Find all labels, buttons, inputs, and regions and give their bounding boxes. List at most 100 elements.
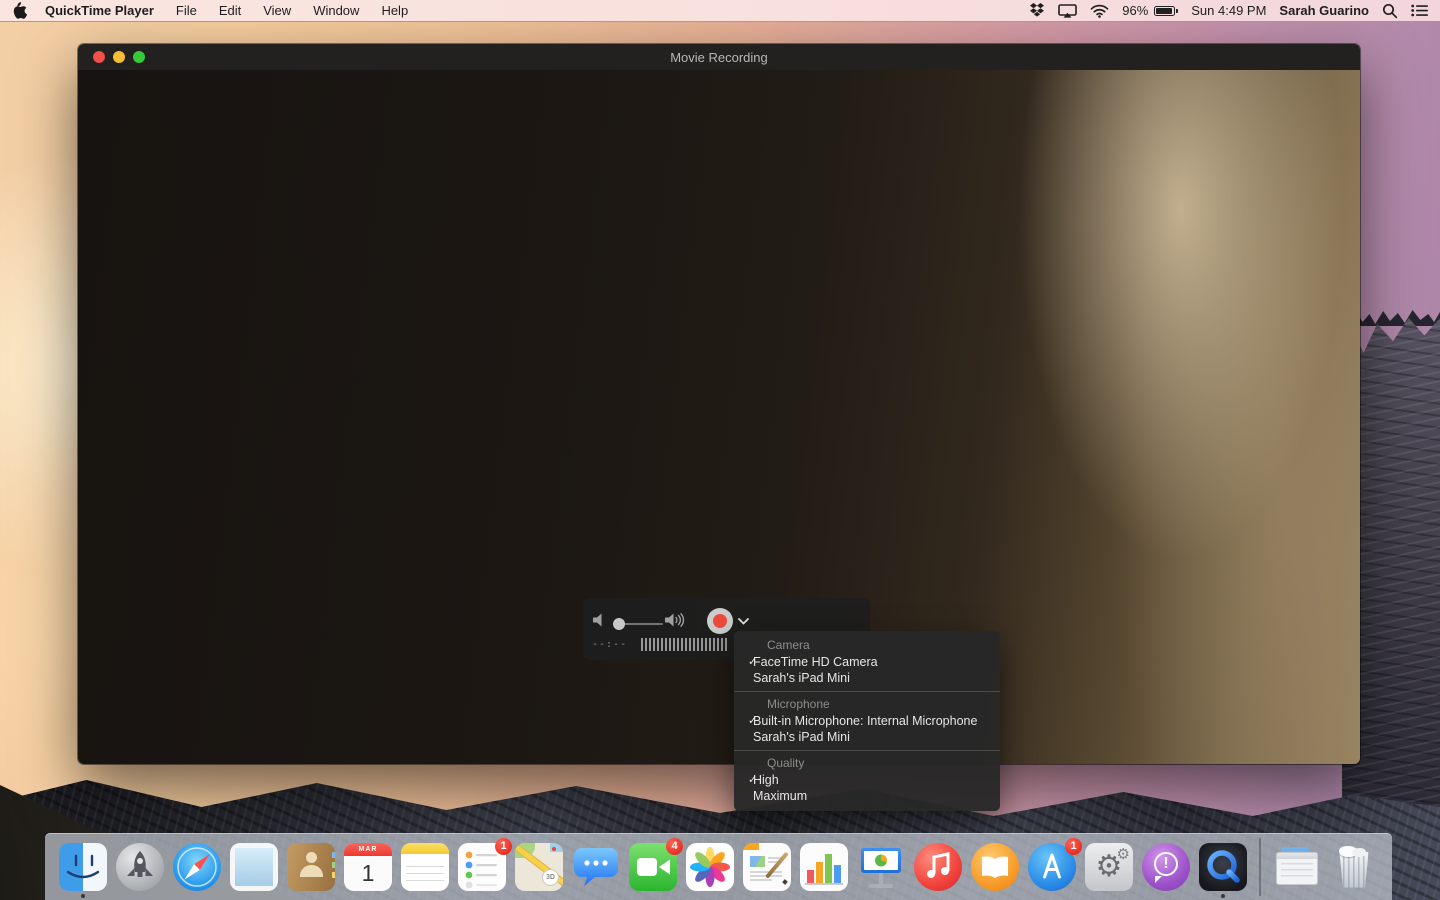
- volume-mute-icon[interactable]: [593, 613, 607, 627]
- menu-item-label: Built-in Microphone: Internal Microphone: [753, 713, 977, 729]
- battery-percent[interactable]: 96%: [1122, 3, 1148, 18]
- system-preferences-icon: ⚙ ⚙: [1085, 843, 1133, 891]
- menu-item-quality-high[interactable]: ✓ High: [734, 772, 1000, 788]
- dock-item-feedback-assistant[interactable]: !: [1142, 843, 1190, 891]
- keynote-icon: [857, 843, 905, 891]
- dock-item-pages[interactable]: [743, 843, 791, 891]
- menu-separator: [734, 691, 1000, 692]
- notes-icon: [401, 843, 449, 891]
- dock-item-system-preferences[interactable]: ⚙ ⚙: [1085, 843, 1133, 891]
- dock-item-mail[interactable]: [230, 843, 278, 891]
- gear-icon: ⚙: [1117, 845, 1130, 863]
- airplay-display-icon[interactable]: [1058, 4, 1077, 18]
- wifi-icon[interactable]: [1090, 4, 1109, 18]
- menu-item-sarahs-ipad-mini-mic[interactable]: Sarah's iPad Mini: [734, 729, 1000, 745]
- menu-item-label: Maximum: [753, 788, 807, 804]
- dropbox-icon[interactable]: [1029, 3, 1045, 18]
- menu-help[interactable]: Help: [370, 3, 419, 18]
- dock-item-launchpad[interactable]: [116, 843, 164, 891]
- mail-icon: [230, 843, 278, 891]
- close-button[interactable]: [93, 51, 105, 63]
- menu-view[interactable]: View: [252, 3, 302, 18]
- maps-3d-label: 3D: [542, 869, 559, 886]
- dock-item-reminders[interactable]: 1: [458, 843, 506, 891]
- notification-badge: 4: [666, 838, 683, 855]
- dock-item-finder[interactable]: [59, 843, 107, 891]
- dock-item-quicktime-player[interactable]: [1199, 843, 1247, 891]
- quicktime-player-icon: [1199, 843, 1247, 891]
- dock-separator: [1259, 838, 1261, 896]
- notification-badge: 1: [495, 838, 512, 855]
- dock-item-trash[interactable]: [1330, 843, 1378, 891]
- volume-slider-track[interactable]: [621, 623, 663, 625]
- dock-item-facetime[interactable]: 4: [629, 843, 677, 891]
- apple-menu-icon[interactable]: [12, 2, 27, 19]
- safari-icon: [173, 843, 221, 891]
- documents-window-icon: [1273, 843, 1321, 891]
- recording-options-menu: Camera ✓ FaceTime HD Camera Sarah's iPad…: [734, 631, 1000, 811]
- dock-item-ibooks[interactable]: [971, 843, 1019, 891]
- running-indicator: [1221, 894, 1225, 898]
- calendar-icon: MAR 1: [344, 843, 392, 891]
- menubar-clock[interactable]: Sun 4:49 PM: [1191, 3, 1266, 18]
- checkmark-icon: [734, 729, 753, 745]
- dock-item-safari[interactable]: [173, 843, 221, 891]
- menu-item-label: High: [753, 772, 779, 788]
- dock-item-app-store[interactable]: 1: [1028, 843, 1076, 891]
- dock-item-notes[interactable]: [401, 843, 449, 891]
- volume-loud-icon[interactable]: [665, 613, 687, 627]
- menu-section-header-quality: Quality: [734, 755, 1000, 772]
- photos-icon: [686, 843, 734, 891]
- menu-section-header-microphone: Microphone: [734, 696, 1000, 713]
- dock-item-maps[interactable]: 3D: [515, 843, 563, 891]
- menubar-user-name[interactable]: Sarah Guarino: [1279, 3, 1369, 18]
- desktop: QuickTime Player File Edit View Window H…: [0, 0, 1440, 900]
- minimize-button[interactable]: [113, 51, 125, 63]
- dock-item-photos[interactable]: [686, 843, 734, 891]
- messages-icon: [572, 843, 620, 891]
- dock-item-messages[interactable]: [572, 843, 620, 891]
- window-titlebar[interactable]: Movie Recording: [78, 44, 1360, 70]
- dock-item-contacts[interactable]: [287, 843, 335, 891]
- menu-edit[interactable]: Edit: [208, 3, 252, 18]
- checkmark-icon: ✓: [734, 772, 753, 788]
- finder-icon: [59, 843, 107, 891]
- pages-icon: [743, 843, 791, 891]
- checkmark-icon: ✓: [734, 713, 753, 729]
- menu-item-label: FaceTime HD Camera: [753, 654, 878, 670]
- menu-item-quality-maximum[interactable]: Maximum: [734, 788, 1000, 804]
- maps-icon: 3D: [515, 843, 563, 891]
- dock-item-itunes[interactable]: [914, 843, 962, 891]
- battery-icon[interactable]: [1154, 6, 1178, 16]
- menu-window[interactable]: Window: [302, 3, 370, 18]
- dock-item-numbers[interactable]: [800, 843, 848, 891]
- menu-file[interactable]: File: [165, 3, 208, 18]
- menu-item-facetime-hd-camera[interactable]: ✓ FaceTime HD Camera: [734, 654, 1000, 670]
- chevron-down-icon[interactable]: [738, 618, 749, 625]
- window-title: Movie Recording: [670, 50, 768, 65]
- numbers-icon: [800, 843, 848, 891]
- menubar-app-name[interactable]: QuickTime Player: [45, 3, 154, 18]
- volume-slider-knob[interactable]: [613, 618, 625, 630]
- movie-recording-window: Movie Recording -: [78, 44, 1360, 764]
- zoom-button[interactable]: [133, 51, 145, 63]
- dock-item-keynote[interactable]: [857, 843, 905, 891]
- running-indicator: [81, 894, 85, 898]
- menu-item-label: Sarah's iPad Mini: [753, 670, 850, 686]
- itunes-icon: [914, 843, 962, 891]
- contacts-icon: [287, 843, 335, 891]
- menu-item-built-in-microphone[interactable]: ✓ Built-in Microphone: Internal Micropho…: [734, 713, 1000, 729]
- checkmark-icon: [734, 788, 753, 804]
- record-button[interactable]: [707, 608, 733, 634]
- notification-center-icon[interactable]: [1411, 4, 1428, 17]
- dock-item-calendar[interactable]: MAR 1: [344, 843, 392, 891]
- menu-item-sarahs-ipad-mini-camera[interactable]: Sarah's iPad Mini: [734, 670, 1000, 686]
- menu-item-label: Sarah's iPad Mini: [753, 729, 850, 745]
- launchpad-icon: [116, 843, 164, 891]
- recording-time-display: --:--: [592, 639, 627, 650]
- ibooks-icon: [971, 843, 1019, 891]
- feedback-assistant-icon: !: [1142, 843, 1190, 891]
- menu-bar: QuickTime Player File Edit View Window H…: [0, 0, 1440, 22]
- dock-item-documents-window[interactable]: [1273, 843, 1321, 891]
- spotlight-search-icon[interactable]: [1382, 3, 1398, 19]
